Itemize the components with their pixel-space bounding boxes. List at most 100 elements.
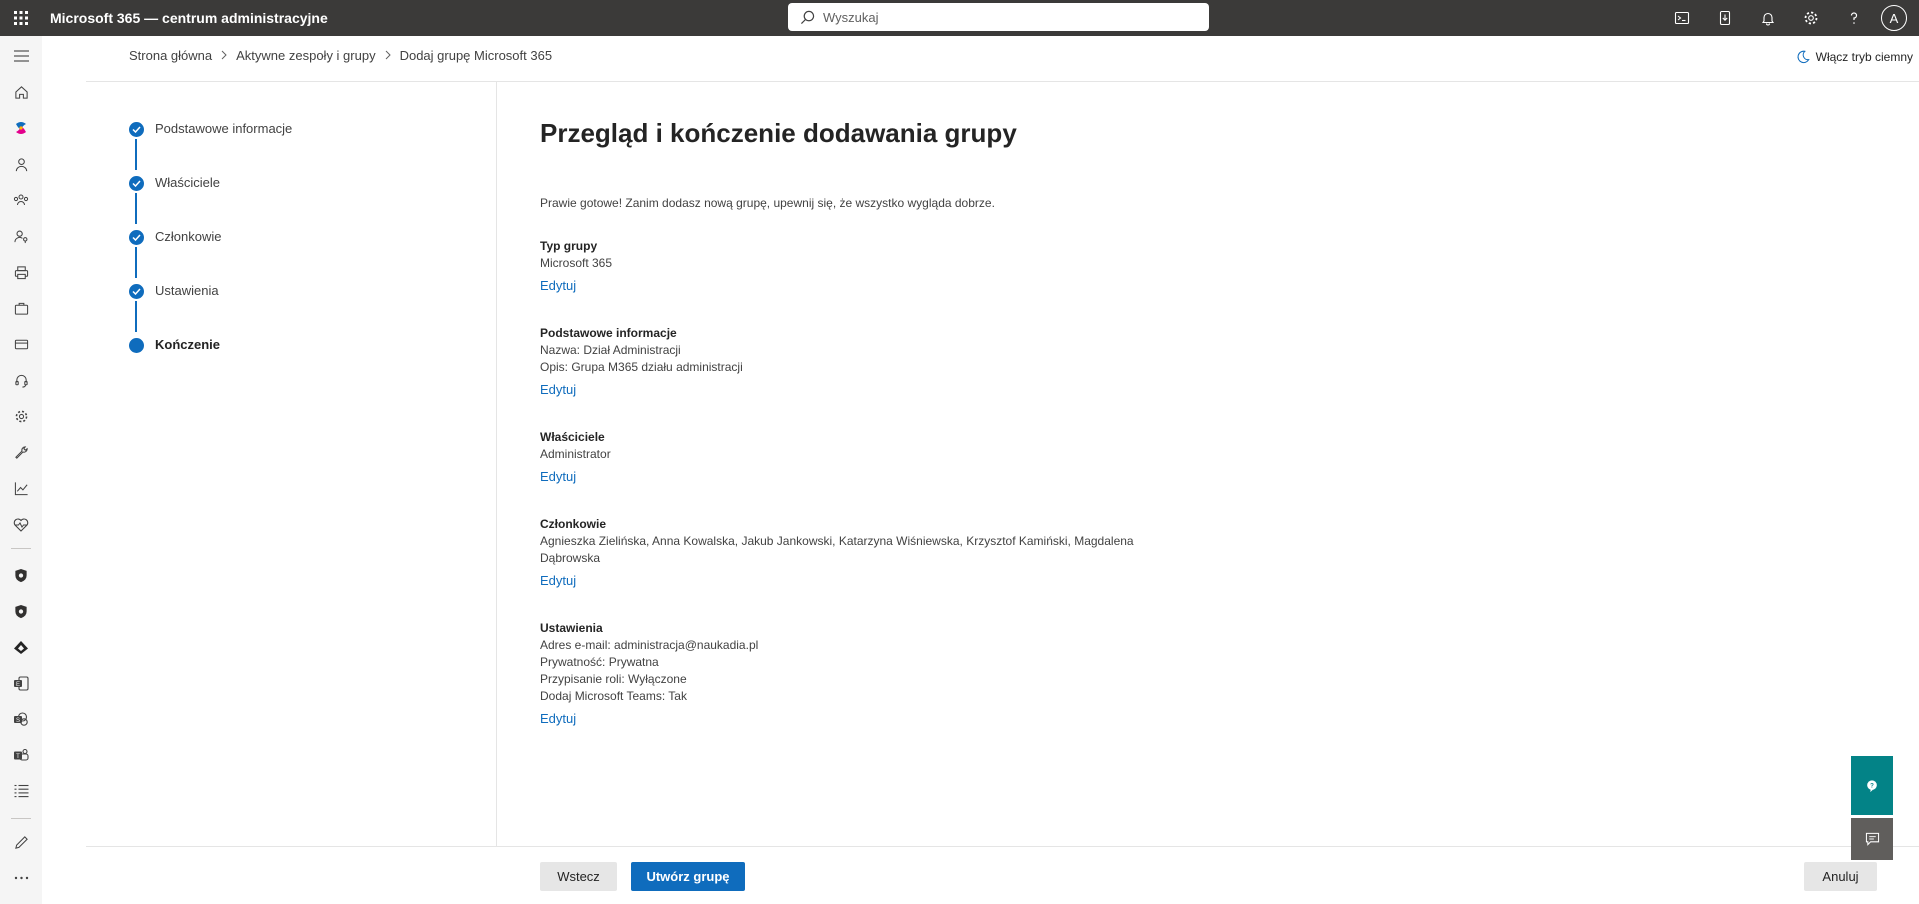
top-bar-actions: A <box>1660 0 1919 36</box>
settings-button[interactable] <box>1789 0 1832 36</box>
gear-icon <box>1804 11 1817 25</box>
nav-customize[interactable] <box>0 827 42 857</box>
section-value: Administrator <box>540 447 611 461</box>
nav-menu-toggle[interactable] <box>0 41 42 71</box>
section-value: Dodaj Microsoft Teams: Tak <box>540 689 687 703</box>
step-complete-icon <box>129 176 144 191</box>
cancel-button[interactable]: Anuluj <box>1804 862 1877 891</box>
user-key-icon <box>13 230 27 243</box>
terminal-icon <box>1674 11 1689 25</box>
section-title: Typ grupy <box>540 239 598 253</box>
nav-compliance[interactable] <box>0 596 42 626</box>
section-title: Podstawowe informacje <box>540 326 677 340</box>
nav-reports[interactable] <box>0 473 42 503</box>
section-title: Ustawienia <box>540 621 603 635</box>
nav-security[interactable] <box>0 560 42 590</box>
header-divider <box>86 81 1919 82</box>
section-members: Członkowie Agnieszka Zielińska, Anna Kow… <box>540 516 1160 590</box>
gear-icon <box>15 410 27 422</box>
help-fab-button[interactable]: ? <box>1851 756 1893 815</box>
nav-health[interactable] <box>0 509 42 539</box>
edit-members-link[interactable]: Edytuj <box>540 573 576 588</box>
section-basics: Podstawowe informacje Nazwa: Dział Admin… <box>540 325 1160 399</box>
avatar[interactable]: A <box>1881 5 1907 31</box>
step-connector <box>135 247 137 278</box>
health-icon <box>13 517 29 532</box>
user-icon <box>15 157 27 171</box>
intro-text: Prawie gotowe! Zanim dodasz nową grupę, … <box>540 196 995 210</box>
section-value: Agnieszka Zielińska, Anna Kowalska, Jaku… <box>540 534 1134 548</box>
chart-icon <box>14 481 28 495</box>
nav-support[interactable] <box>0 365 42 395</box>
exchange-icon: E <box>14 675 29 691</box>
nav-teams-groups[interactable] <box>0 185 42 215</box>
breadcrumb-home[interactable]: Strona główna <box>129 48 212 63</box>
briefcase-icon <box>14 302 28 315</box>
search-input[interactable] <box>823 9 1183 25</box>
credit-card-icon <box>14 339 28 349</box>
step-complete-icon <box>129 284 144 299</box>
step-label: Podstawowe informacje <box>155 121 293 136</box>
nav-teams[interactable]: T <box>0 740 42 770</box>
svg-text:S: S <box>16 718 20 724</box>
terminal-button[interactable] <box>1660 0 1703 36</box>
svg-text:E: E <box>16 682 20 688</box>
edit-settings-link[interactable]: Edytuj <box>540 711 576 726</box>
mobile-app-button[interactable] <box>1703 0 1746 36</box>
section-value: Microsoft 365 <box>540 256 613 270</box>
nav-users[interactable] <box>0 149 42 179</box>
nav-resources[interactable] <box>0 257 42 287</box>
edit-basics-link[interactable]: Edytuj <box>540 382 576 397</box>
notifications-button[interactable] <box>1746 0 1789 36</box>
nav-all-admin-centers[interactable] <box>0 776 42 806</box>
rail-divider <box>11 548 31 549</box>
nav-roles[interactable] <box>0 221 42 251</box>
nav-billing[interactable] <box>0 329 42 359</box>
svg-text:?: ? <box>1870 782 1874 789</box>
nav-copilot[interactable] <box>0 113 42 143</box>
section-title: Właściciele <box>540 430 605 444</box>
nav-show-all[interactable] <box>0 863 42 893</box>
feedback-fab-button[interactable] <box>1851 818 1893 860</box>
steps-divider <box>496 82 497 846</box>
nav-exchange[interactable]: E <box>0 668 42 698</box>
breadcrumb: Strona główna Aktywne zespoły i grupy Do… <box>129 48 552 63</box>
list-icon <box>14 784 28 798</box>
nav-sharepoint[interactable]: S <box>0 704 42 734</box>
edit-group-type-link[interactable]: Edytuj <box>540 278 576 293</box>
printer-icon <box>14 265 28 279</box>
dark-mode-toggle[interactable]: Włącz tryb ciemny <box>1796 50 1913 64</box>
rail-divider <box>11 818 31 819</box>
help-chat-icon: ? <box>1867 779 1877 792</box>
svg-text:T: T <box>16 754 20 760</box>
page-title: Przegląd i kończenie dodawania grupy <box>540 118 1017 148</box>
feedback-icon <box>1865 832 1879 846</box>
help-icon <box>1850 12 1857 24</box>
help-button[interactable] <box>1832 0 1875 36</box>
section-value: Nazwa: Dział Administracji <box>540 343 681 357</box>
nav-home[interactable] <box>0 77 42 107</box>
app-title[interactable]: Microsoft 365 — centrum administracyjne <box>50 10 328 26</box>
app-launcher-button[interactable] <box>0 0 42 36</box>
top-bar: Microsoft 365 — centrum administracyjne <box>0 0 1919 36</box>
chevron-right-icon <box>221 48 227 63</box>
wrench-icon <box>14 445 28 459</box>
shield-icon <box>15 568 27 582</box>
nav-setup[interactable] <box>0 437 42 467</box>
moon-icon <box>1797 50 1810 64</box>
search-box[interactable] <box>788 3 1209 31</box>
edit-owners-link[interactable]: Edytuj <box>540 469 576 484</box>
bell-icon <box>1761 12 1774 26</box>
section-title: Członkowie <box>540 517 607 531</box>
nav-settings[interactable] <box>0 401 42 431</box>
create-group-button[interactable]: Utwórz grupę <box>631 862 745 891</box>
headset-icon <box>14 374 28 388</box>
back-button[interactable]: Wstecz <box>540 862 617 891</box>
teams-icon: T <box>14 748 29 761</box>
nav-marketplace[interactable] <box>0 293 42 323</box>
nav-azure-ad[interactable] <box>0 632 42 662</box>
breadcrumb-current: Dodaj grupę Microsoft 365 <box>399 48 553 63</box>
more-icon <box>14 876 28 880</box>
step-complete-icon <box>129 122 144 137</box>
breadcrumb-active-teams-groups[interactable]: Aktywne zespoły i grupy <box>236 48 375 63</box>
